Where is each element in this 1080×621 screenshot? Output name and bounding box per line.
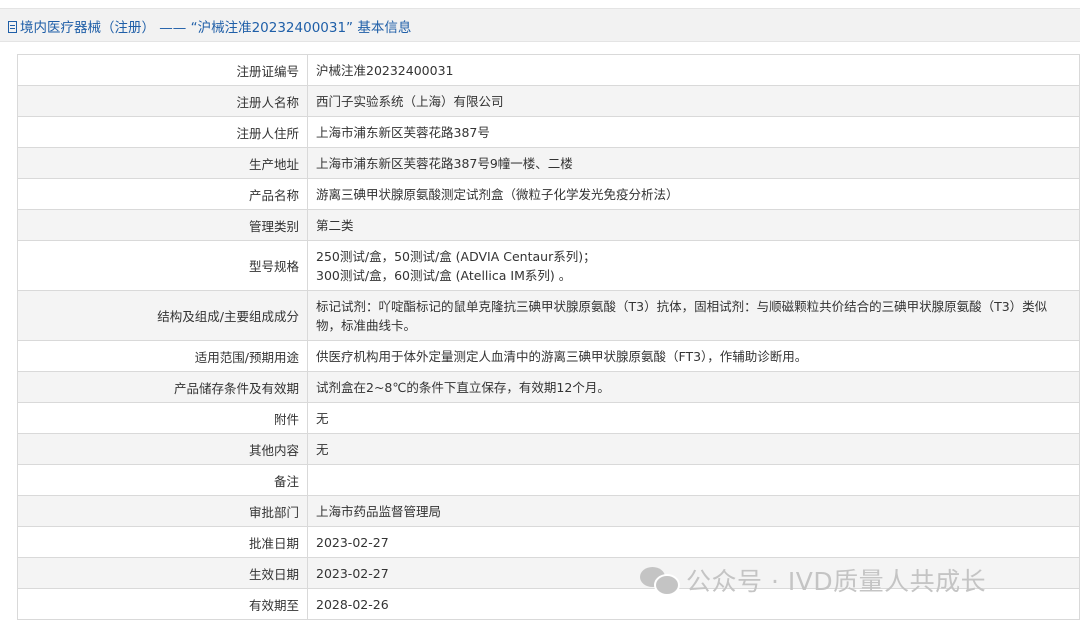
field-label: 备注: [17, 464, 308, 496]
field-value: 无: [307, 433, 1080, 465]
field-value-line: 250测试/盒，50测试/盒 (ADVIA Centaur系列)；: [316, 248, 596, 264]
field-label: 产品名称: [17, 178, 308, 210]
field-value-line: 2023-02-27: [316, 534, 389, 550]
table-row: 备注: [17, 464, 1080, 496]
field-label: 有效期至: [17, 588, 308, 620]
document-icon: [8, 21, 17, 33]
field-value: 2023-02-27: [307, 526, 1080, 558]
table-row: 注册人住所 上海市浦东新区芙蓉花路387号: [17, 116, 1080, 148]
field-value: 试剂盒在2~8℃的条件下直立保存，有效期12个月。: [307, 371, 1080, 403]
table-row: 结构及组成/主要组成成分 标记试剂：吖啶酯标记的鼠单克隆抗三碘甲状腺原氨酸（T3）…: [17, 290, 1080, 341]
field-label: 型号规格: [17, 240, 308, 291]
field-value-line: 试剂盒在2~8℃的条件下直立保存，有效期12个月。: [316, 379, 610, 395]
field-value: 标记试剂：吖啶酯标记的鼠单克隆抗三碘甲状腺原氨酸（T3）抗体，固相试剂：与顺磁颗…: [307, 290, 1080, 341]
table-row: 附件无: [17, 402, 1080, 434]
table-row: 生产地址 上海市浦东新区芙蓉花路387号9幢一楼、二楼: [17, 147, 1080, 179]
field-label: 注册证编号: [17, 54, 308, 86]
field-label: 生产地址: [17, 147, 308, 179]
field-value-line: 沪械注准20232400031: [316, 62, 454, 78]
field-value-line: 上海市药品监督管理局: [316, 503, 442, 519]
field-value-line: 上海市浦东新区芙蓉花路387号9幢一楼、二楼: [316, 155, 573, 171]
table-row: 批准日期 2023-02-27: [17, 526, 1080, 558]
field-label: 适用范围/预期用途: [17, 340, 308, 372]
field-value: 西门子实验系统（上海）有限公司: [307, 85, 1080, 117]
field-value: 沪械注准20232400031: [307, 54, 1080, 86]
table-row: 产品名称 游离三碘甲状腺原氨酸测定试剂盒（微粒子化学发光免疫分析法）: [17, 178, 1080, 210]
table-row: 产品储存条件及有效期 试剂盒在2~8℃的条件下直立保存，有效期12个月。: [17, 371, 1080, 403]
field-label: 注册人住所: [17, 116, 308, 148]
field-value-line: 西门子实验系统（上海）有限公司: [316, 93, 504, 109]
field-value-line: 无: [316, 410, 329, 426]
field-label: 结构及组成/主要组成成分: [17, 290, 308, 341]
field-label: 附件: [17, 402, 308, 434]
field-value: 上海市浦东新区芙蓉花路387号9幢一楼、二楼: [307, 147, 1080, 179]
field-value: 游离三碘甲状腺原氨酸测定试剂盒（微粒子化学发光免疫分析法）: [307, 178, 1080, 210]
field-value: 上海市浦东新区芙蓉花路387号: [307, 116, 1080, 148]
page-header: 境内医疗器械（注册） —— “沪械注准20232400031” 基本信息: [0, 8, 1080, 42]
table-row: 审批部门 上海市药品监督管理局: [17, 495, 1080, 527]
field-value-line: 游离三碘甲状腺原氨酸测定试剂盒（微粒子化学发光免疫分析法）: [316, 186, 679, 202]
field-value-line: 供医疗机构用于体外定量测定人血清中的游离三碘甲状腺原氨酸（FT3），作辅助诊断用…: [316, 348, 808, 364]
field-label: 审批部门: [17, 495, 308, 527]
field-value-line: 300测试/盒，60测试/盒 (Atellica IM系列) 。: [316, 267, 572, 283]
field-value-line: 标记试剂：吖啶酯标记的鼠单克隆抗三碘甲状腺原氨酸（T3）抗体，固相试剂：与顺磁颗…: [316, 298, 1048, 314]
field-label: 其他内容: [17, 433, 308, 465]
wechat-icon: [640, 567, 680, 596]
field-value: [307, 464, 1080, 496]
page-title: 境内医疗器械（注册） —— “沪械注准20232400031” 基本信息: [8, 16, 411, 36]
table-row: 管理类别 第二类: [17, 209, 1080, 241]
field-value-line: 第二类: [316, 217, 354, 233]
field-value-line: 无: [316, 441, 329, 457]
table-row: 注册人名称 西门子实验系统（上海）有限公司: [17, 85, 1080, 117]
field-value: 250测试/盒，50测试/盒 (ADVIA Centaur系列)； 300测试/盒…: [307, 240, 1080, 291]
table-row: 型号规格 250测试/盒，50测试/盒 (ADVIA Centaur系列)； 300…: [17, 240, 1080, 291]
field-value: 第二类: [307, 209, 1080, 241]
watermark: 公众号 · IVD质量人共成长: [640, 562, 986, 598]
watermark-text: 公众号 · IVD质量人共成长: [686, 567, 987, 596]
table-row: 注册证编号 沪械注准20232400031: [17, 54, 1080, 86]
field-label: 管理类别: [17, 209, 308, 241]
page-title-text: 境内医疗器械（注册） —— “沪械注准20232400031” 基本信息: [20, 20, 412, 36]
table-row: 适用范围/预期用途 供医疗机构用于体外定量测定人血清中的游离三碘甲状腺原氨酸（FT…: [17, 340, 1080, 372]
field-value: 无: [307, 402, 1080, 434]
field-value-line: 物，标准曲线卡。: [316, 317, 417, 333]
field-label: 注册人名称: [17, 85, 308, 117]
field-label: 产品储存条件及有效期: [17, 371, 308, 403]
field-value: 上海市药品监督管理局: [307, 495, 1080, 527]
field-label: 批准日期: [17, 526, 308, 558]
field-value: 供医疗机构用于体外定量测定人血清中的游离三碘甲状腺原氨酸（FT3），作辅助诊断用…: [307, 340, 1080, 372]
info-table: 注册证编号 沪械注准20232400031 注册人名称 西门子实验系统（上海）有限公司…: [17, 54, 1080, 620]
table-row: 其他内容无: [17, 433, 1080, 465]
field-label: 生效日期: [17, 557, 308, 589]
field-value-line: 上海市浦东新区芙蓉花路387号: [316, 124, 490, 140]
